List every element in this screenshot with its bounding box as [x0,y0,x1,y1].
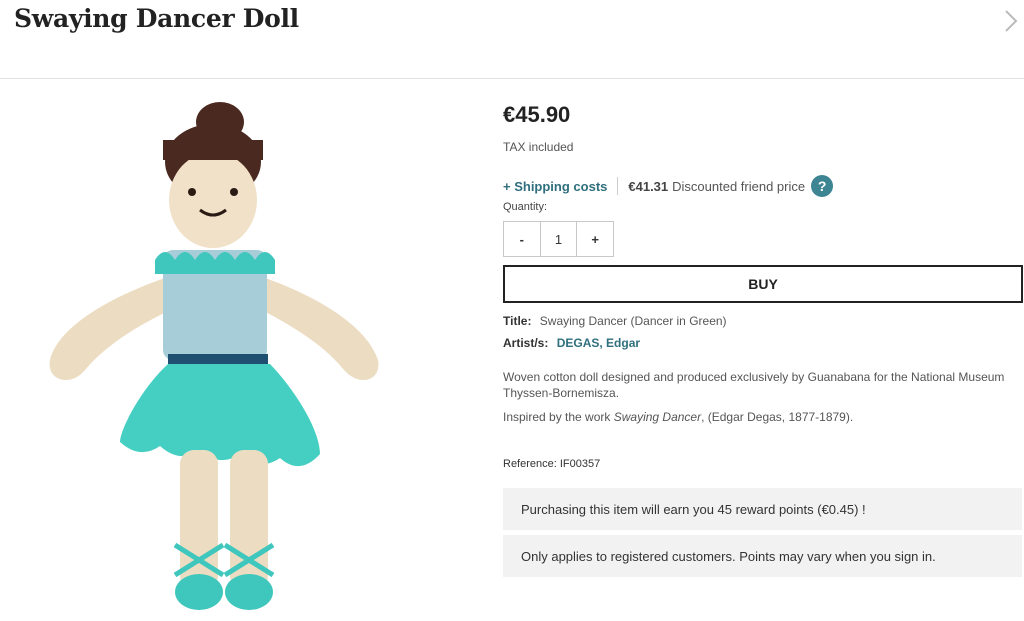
artist-link[interactable]: DEGAS, Edgar [557,336,640,350]
quantity-decrease-button[interactable]: - [504,222,540,256]
artist-label: Artist/s: [503,336,549,350]
friend-price-label: Discounted friend price [672,178,806,194]
inspiration-paragraph: Inspired by the work Swaying Dancer, (Ed… [503,409,1013,425]
quantity-increase-button[interactable]: + [576,222,613,256]
quantity-label: Quantity: [503,201,548,213]
price: €45.90 [503,102,571,127]
title-label: Title: [503,314,532,328]
inspiration-prefix: Inspired by the work [503,410,614,424]
product-image [30,100,400,615]
friend-price: €41.31 [628,178,669,194]
description-paragraph: Woven cotton doll designed and produced … [503,370,1005,400]
page-title: Swaying Dancer Doll [14,4,299,33]
tax-note: TAX included [503,140,574,154]
separator [617,177,619,195]
header-divider [0,78,1024,79]
quantity-input[interactable]: 1 [539,222,577,256]
shipping-costs-link[interactable]: + Shipping costs [503,179,607,194]
reward-points-notice: Purchasing this item will earn you 45 re… [503,488,1022,530]
quantity-stepper: - 1 + [503,221,614,257]
chevron-right-icon[interactable] [1001,8,1021,34]
question-icon[interactable]: ? [811,175,834,197]
artist-row: Artist/s: DEGAS, Edgar [503,336,640,350]
title-row: Title: Swaying Dancer (Dancer in Green) [503,314,727,328]
inspiration-work: Swaying Dancer [613,410,702,424]
inspiration-suffix: , (Edgar Degas, 1877-1879). [701,410,854,424]
buy-button[interactable]: BUY [503,265,1023,303]
shipping-row: + Shipping costs €41.31 Discounted frien… [503,174,834,198]
registered-customers-notice: Only applies to registered customers. Po… [503,535,1022,577]
reference: Reference: IF00357 [503,458,601,470]
title-value: Swaying Dancer (Dancer in Green) [539,314,727,328]
